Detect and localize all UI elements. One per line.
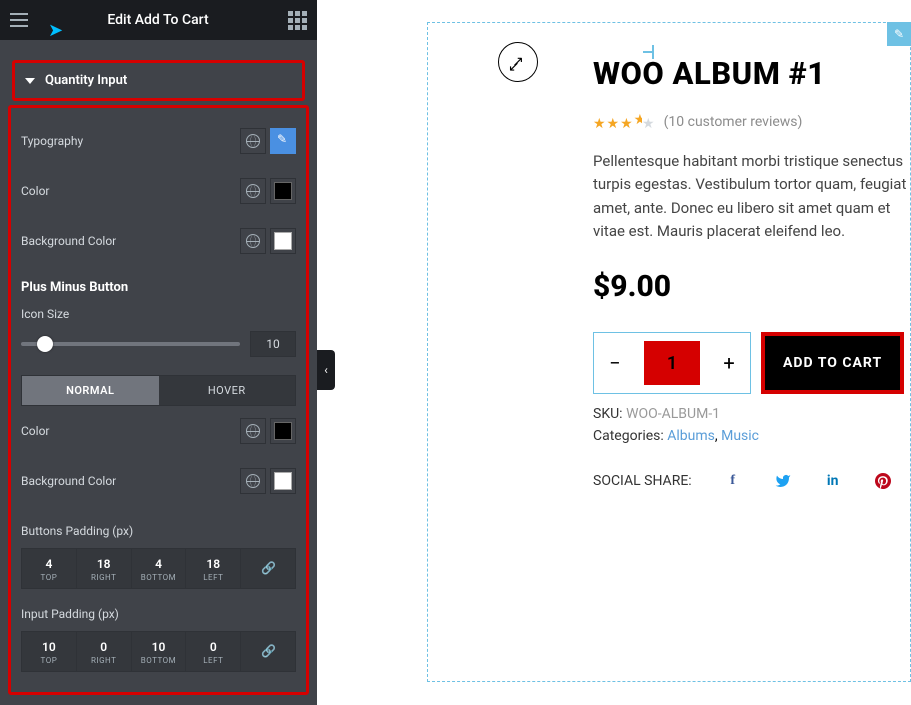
color-swatch[interactable] (270, 418, 296, 444)
globe-icon[interactable] (240, 228, 266, 254)
social-share: SOCIAL SHARE: f in (593, 472, 911, 490)
pencil-icon[interactable] (270, 128, 296, 154)
qty-plus-button[interactable]: + (716, 351, 742, 375)
facebook-icon[interactable]: f (724, 472, 742, 490)
color-swatch[interactable] (270, 468, 296, 494)
accordion-header-quantity-input[interactable]: Quantity Input (12, 60, 305, 101)
tab-hover[interactable]: HOVER (159, 376, 296, 405)
pencil-icon: ✎ (894, 27, 904, 41)
label-buttons-padding: Buttons Padding (px) (21, 506, 296, 548)
caret-down-icon (25, 78, 35, 84)
globe-icon[interactable] (240, 418, 266, 444)
row-pm-bgcolor: Background Color (21, 456, 296, 506)
product-price: $9.00 (593, 269, 911, 304)
edit-widget-handle[interactable]: ✎ (887, 22, 911, 46)
reviews-link[interactable]: (10 customer reviews) (664, 114, 803, 130)
link-values-icon[interactable]: 🔗 (241, 632, 295, 671)
product-title: WOO ALBUM #1 (593, 55, 911, 92)
subheading-plus-minus: Plus Minus Button (21, 266, 296, 301)
state-tabs: NORMAL HOVER (21, 375, 296, 406)
panel-header: Edit Add To Cart (0, 0, 317, 40)
row-color: Color (21, 166, 296, 216)
menu-icon[interactable] (10, 13, 28, 27)
label-typography: Typography (21, 134, 83, 148)
categories-label: Categories: (593, 428, 664, 444)
slider-value[interactable]: 10 (250, 331, 296, 357)
row-bgcolor: Background Color (21, 216, 296, 266)
expand-icon[interactable] (498, 42, 538, 82)
slider-thumb[interactable] (37, 336, 53, 352)
preview-canvas: ✎ WOO ALBUM #1 ★★★★★ (10 customer review… (340, 0, 911, 705)
controls-group: Typography Color Background Color Plus M… (8, 105, 309, 695)
label-pm-bgcolor: Background Color (21, 474, 116, 488)
add-to-cart-button[interactable]: ADD TO CART (761, 332, 904, 394)
add-to-cart-widget: − 1 + ADD TO CART (593, 332, 911, 394)
label-bgcolor: Background Color (21, 234, 116, 248)
row-pm-color: Color (21, 406, 296, 456)
padding-left[interactable]: 18LEFT (186, 549, 241, 588)
qty-input[interactable]: 1 (644, 341, 700, 385)
share-label: SOCIAL SHARE: (593, 473, 692, 489)
label-color: Color (21, 184, 49, 198)
category-link[interactable]: Albums (667, 428, 715, 444)
globe-icon[interactable] (240, 128, 266, 154)
padding-top[interactable]: 4TOP (22, 549, 77, 588)
color-swatch[interactable] (270, 178, 296, 204)
star-icons: ★★★★★ (593, 112, 656, 132)
slider-track[interactable] (21, 342, 240, 346)
accordion-section: Quantity Input (12, 60, 305, 101)
link-values-icon[interactable]: 🔗 (241, 549, 295, 588)
globe-icon[interactable] (240, 178, 266, 204)
product-meta: SKU: WOO-ALBUM-1 Categories: Albums, Mus… (593, 406, 911, 444)
collapse-sidebar-button[interactable]: ‹ (317, 350, 335, 390)
label-input-padding: Input Padding (px) (21, 589, 296, 631)
accordion-label: Quantity Input (45, 73, 127, 88)
product-info: WOO ALBUM #1 ★★★★★ (10 customer reviews)… (593, 55, 911, 490)
padding-right[interactable]: 18RIGHT (77, 549, 132, 588)
linkedin-icon[interactable]: in (824, 472, 842, 490)
sku-value: WOO-ALBUM-1 (626, 406, 720, 422)
twitter-icon[interactable] (774, 472, 792, 490)
widgets-grid-icon[interactable] (288, 11, 307, 30)
sku-label: SKU: (593, 406, 623, 422)
quantity-control: − 1 + (593, 332, 751, 394)
padding-right[interactable]: 0RIGHT (77, 632, 132, 671)
input-padding-control: 10TOP 0RIGHT 10BOTTOM 0LEFT 🔗 (21, 631, 296, 672)
qty-minus-button[interactable]: − (602, 351, 628, 375)
padding-top[interactable]: 10TOP (22, 632, 77, 671)
buttons-padding-control: 4TOP 18RIGHT 4BOTTOM 18LEFT 🔗 (21, 548, 296, 589)
padding-bottom[interactable]: 4BOTTOM (132, 549, 187, 588)
editor-sidebar: Edit Add To Cart ➤ Quantity Input Typogr… (0, 0, 317, 705)
pinterest-icon[interactable] (874, 472, 892, 490)
label-icon-size: Icon Size (21, 301, 296, 331)
padding-bottom[interactable]: 10BOTTOM (132, 632, 187, 671)
category-link[interactable]: Music (721, 428, 759, 444)
label-pm-color: Color (21, 424, 49, 438)
color-swatch[interactable] (270, 228, 296, 254)
panel-title: Edit Add To Cart (107, 12, 208, 28)
product-description: Pellentesque habitant morbi tristique se… (593, 150, 911, 243)
rating-row: ★★★★★ (10 customer reviews) (593, 112, 911, 132)
slider-icon-size: 10 (21, 331, 296, 357)
tab-normal[interactable]: NORMAL (22, 376, 159, 405)
padding-left[interactable]: 0LEFT (186, 632, 241, 671)
globe-icon[interactable] (240, 468, 266, 494)
row-typography: Typography (21, 116, 296, 166)
